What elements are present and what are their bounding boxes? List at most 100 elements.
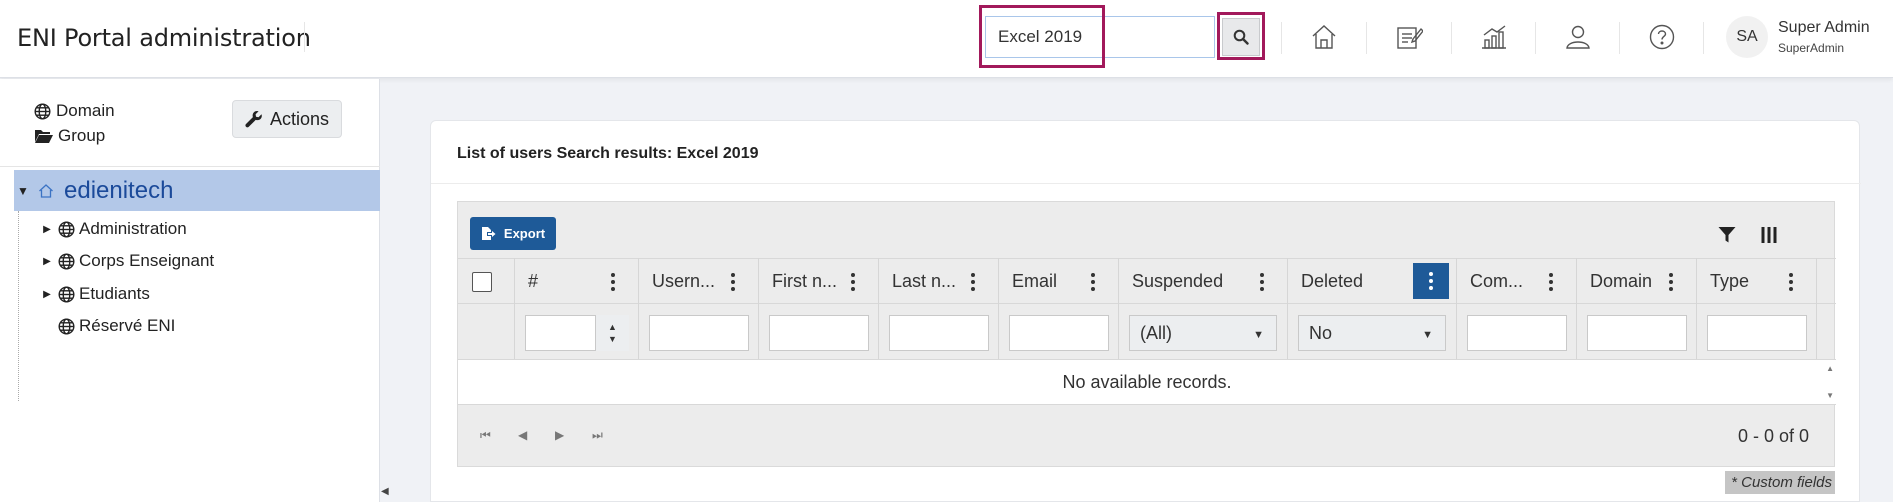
globe-icon xyxy=(58,252,75,270)
user-icon xyxy=(1566,25,1590,49)
title-divider xyxy=(304,22,305,52)
expand-caret-icon[interactable]: ▶ xyxy=(40,224,54,235)
sidebar-toolbar: Domain Group Actions xyxy=(0,79,380,167)
column-menu-button[interactable] xyxy=(1079,267,1107,297)
actions-button[interactable]: Actions xyxy=(232,100,342,138)
column-menu-button[interactable] xyxy=(1657,267,1685,297)
select-all-checkbox[interactable] xyxy=(472,272,492,292)
tree-root-edienitech[interactable]: ▼ edienitech xyxy=(14,170,380,211)
pager-info: 0 - 0 of 0 xyxy=(1737,426,1809,446)
edit-document-icon xyxy=(1397,27,1423,49)
export-label: Export xyxy=(503,226,546,241)
column-menu-button[interactable] xyxy=(839,267,867,297)
export-button[interactable]: Export xyxy=(470,217,556,250)
kebab-menu-icon xyxy=(1549,273,1553,291)
tree-item-label: Administration xyxy=(79,219,187,238)
column-menu-button[interactable] xyxy=(719,267,747,297)
edit-nav-button[interactable] xyxy=(1392,20,1426,54)
column-menu-button-active[interactable] xyxy=(1413,263,1449,299)
help-nav-button[interactable] xyxy=(1645,20,1679,54)
domain-filter-input[interactable] xyxy=(1587,315,1687,351)
kebab-menu-icon xyxy=(851,273,855,291)
kebab-menu-icon xyxy=(1429,272,1433,290)
wrench-icon xyxy=(245,111,262,128)
username-filter-input[interactable] xyxy=(649,315,749,351)
first-name-filter-input[interactable] xyxy=(769,315,869,351)
tree-item-reserve-eni[interactable]: Réservé ENI xyxy=(58,314,175,338)
previous-page-icon[interactable]: ◀ xyxy=(518,428,527,442)
tree-item-label: Réservé ENI xyxy=(79,316,176,335)
tree-item-label: Etudiants xyxy=(79,284,150,303)
nav-divider xyxy=(1451,22,1452,54)
nav-divider xyxy=(1366,22,1367,54)
export-file-icon xyxy=(481,227,496,240)
globe-icon xyxy=(58,317,75,335)
kebab-menu-icon xyxy=(611,273,615,291)
last-name-filter-input[interactable] xyxy=(889,315,989,351)
kebab-menu-icon xyxy=(731,273,735,291)
sidebar: Domain Group Actions ▼ edienitech ▶ Admi… xyxy=(0,79,380,502)
tree-item-administration[interactable]: ▶ Administration xyxy=(40,217,187,241)
column-menu-button[interactable] xyxy=(1777,267,1805,297)
collapse-caret-icon[interactable]: ▼ xyxy=(14,184,32,198)
spin-up-icon[interactable]: ▲ xyxy=(608,321,617,333)
select-all-cell xyxy=(458,259,514,304)
home-small-icon xyxy=(39,183,53,198)
sidebar-collapse-icon[interactable]: ◀ xyxy=(381,486,389,497)
globe-icon xyxy=(34,102,51,120)
panel-title: List of users Search results: Excel 2019 xyxy=(457,145,759,162)
avatar[interactable]: SA xyxy=(1726,16,1768,58)
kebab-menu-icon xyxy=(1260,273,1264,291)
comment-filter-input[interactable] xyxy=(1467,315,1567,351)
column-menu-button[interactable] xyxy=(959,267,987,297)
kebab-menu-icon xyxy=(971,273,975,291)
group-label: Group xyxy=(58,126,106,145)
deleted-filter-select[interactable]: No ▼ xyxy=(1298,315,1446,351)
column-menu-button[interactable] xyxy=(1248,267,1276,297)
filter-button[interactable] xyxy=(1716,224,1738,246)
type-filter-input[interactable] xyxy=(1707,315,1807,351)
group-link[interactable]: Group xyxy=(34,126,105,146)
users-grid: Export # Usern... First n... Last n... E… xyxy=(457,201,1836,467)
scroll-up-icon[interactable]: ▲ xyxy=(1826,364,1834,373)
tree-guide-line xyxy=(18,211,19,401)
grid-body: No available records. ▲ ▼ xyxy=(458,359,1836,405)
tree-item-corps-enseignant[interactable]: ▶ Corps Enseignant xyxy=(40,249,214,273)
last-page-icon[interactable]: ⏭ xyxy=(592,428,603,443)
email-filter-input[interactable] xyxy=(1009,315,1109,351)
first-page-icon[interactable]: ⏮ xyxy=(480,428,491,443)
help-icon xyxy=(1649,24,1675,50)
expand-caret-icon[interactable]: ▶ xyxy=(40,256,54,267)
search-highlight-box xyxy=(979,5,1105,68)
columns-button[interactable] xyxy=(1758,224,1780,246)
panel-divider xyxy=(431,183,1861,184)
nav-divider xyxy=(1703,22,1704,54)
user-name[interactable]: Super Admin xyxy=(1778,19,1870,37)
suspended-filter-value: (All) xyxy=(1140,322,1172,343)
profile-nav-button[interactable] xyxy=(1561,20,1595,54)
number-filter-spinner[interactable]: ▲ ▼ xyxy=(595,315,629,351)
kebab-menu-icon xyxy=(1091,273,1095,291)
nav-divider xyxy=(1535,22,1536,54)
scroll-down-icon[interactable]: ▼ xyxy=(1826,391,1834,400)
deleted-filter-value: No xyxy=(1309,322,1333,343)
domain-link[interactable]: Domain xyxy=(34,101,115,121)
grid-header-row: # Usern... First n... Last n... Email Su… xyxy=(458,258,1836,304)
nav-divider xyxy=(1281,22,1282,54)
domain-label: Domain xyxy=(56,101,115,120)
statistics-nav-button[interactable] xyxy=(1477,20,1511,54)
empty-message: No available records. xyxy=(1062,371,1232,392)
column-menu-button[interactable] xyxy=(599,267,627,297)
expand-caret-icon[interactable]: ▶ xyxy=(40,289,54,300)
tree-item-etudiants[interactable]: ▶ Etudiants xyxy=(40,282,150,306)
folder-open-icon xyxy=(35,130,53,143)
next-page-icon[interactable]: ▶ xyxy=(555,428,564,442)
filter-funnel-icon xyxy=(1718,227,1736,243)
statistics-icon xyxy=(1482,25,1506,49)
home-nav-button[interactable] xyxy=(1307,20,1341,54)
column-menu-button[interactable] xyxy=(1537,267,1565,297)
suspended-filter-select[interactable]: (All) ▼ xyxy=(1129,315,1277,351)
globe-icon xyxy=(58,285,75,303)
spin-down-icon[interactable]: ▼ xyxy=(608,333,617,345)
app-title: ENI Portal administration xyxy=(17,24,311,52)
